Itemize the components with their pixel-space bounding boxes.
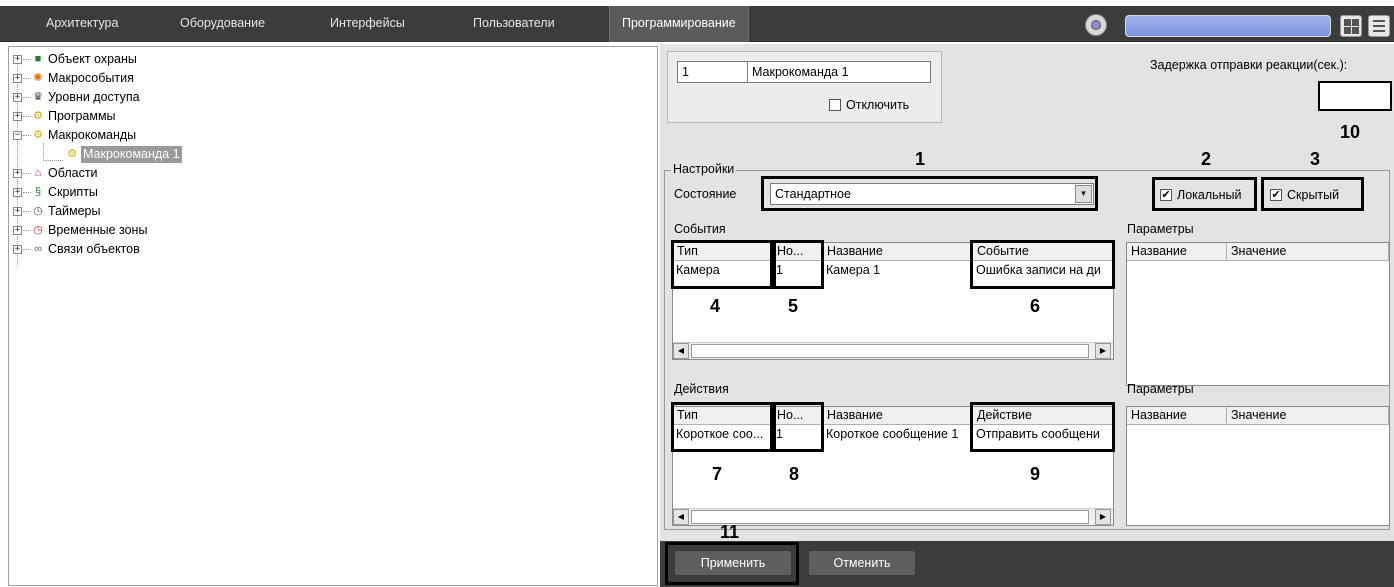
tree-item-label: Макрокоманды bbox=[48, 128, 137, 142]
expand-icon[interactable]: + bbox=[13, 226, 22, 235]
scroll-right-icon[interactable]: ▶ bbox=[1095, 509, 1111, 525]
areas-icon: ⌂ bbox=[34, 167, 42, 179]
callout-2: 2 bbox=[1201, 149, 1212, 169]
events-title: События bbox=[674, 222, 726, 236]
scroll-left-icon[interactable]: ◀ bbox=[673, 343, 689, 359]
callout-6: 6 bbox=[1030, 296, 1041, 316]
delay-field[interactable] bbox=[1318, 81, 1392, 111]
params-col-value[interactable]: Значение bbox=[1227, 243, 1389, 261]
highlight-3 bbox=[1261, 177, 1364, 211]
params-col-name[interactable]: Название bbox=[1127, 407, 1227, 425]
event-params-title: Параметры bbox=[1127, 222, 1194, 236]
callout-5: 5 bbox=[788, 296, 799, 316]
highlight-9 bbox=[970, 402, 1115, 452]
scroll-thumb[interactable] bbox=[691, 344, 1089, 358]
tab-programming[interactable]: Программирование bbox=[609, 6, 749, 42]
checkbox-icon[interactable] bbox=[829, 99, 841, 111]
macro-name-field[interactable]: Макрокоманда 1 bbox=[747, 61, 931, 83]
callout-3: 3 bbox=[1310, 149, 1321, 169]
event-params-grid[interactable]: Название Значение bbox=[1126, 242, 1390, 386]
expand-icon[interactable]: + bbox=[13, 112, 22, 121]
highlight-1 bbox=[761, 176, 1098, 211]
highlight-5 bbox=[773, 240, 824, 289]
grid-view-icon[interactable] bbox=[1340, 15, 1362, 37]
tab-interfaces[interactable]: Интерфейсы bbox=[318, 6, 417, 42]
tab-equipment[interactable]: Оборудование bbox=[168, 6, 277, 42]
action-params-title: Параметры bbox=[1127, 382, 1194, 396]
expand-icon[interactable]: + bbox=[13, 93, 22, 102]
tab-architecture[interactable]: Архитектура bbox=[34, 6, 130, 42]
expand-icon[interactable]: + bbox=[13, 74, 22, 83]
actions-title: Действия bbox=[674, 382, 729, 396]
callout-9: 9 bbox=[1030, 464, 1041, 484]
actions-col-name[interactable]: Название bbox=[823, 407, 973, 425]
highlight-2 bbox=[1152, 177, 1257, 211]
highlight-8 bbox=[773, 402, 824, 452]
expand-icon[interactable]: + bbox=[13, 169, 22, 178]
expand-icon[interactable]: + bbox=[13, 245, 22, 254]
object-links-icon: ∞ bbox=[34, 243, 42, 255]
security-object-icon: ■ bbox=[34, 53, 42, 65]
programs-icon: ⚙ bbox=[33, 110, 43, 122]
callout-10: 10 bbox=[1340, 122, 1361, 142]
macro-id-field[interactable]: 1 bbox=[677, 61, 749, 83]
callout-11: 11 bbox=[720, 522, 740, 542]
tab-users[interactable]: Пользователи bbox=[461, 6, 567, 42]
macro-header-box: 1 Макрокоманда 1 Отключить bbox=[667, 51, 942, 123]
object-tree: + ■ Объект охраны + ✺ Макрособытия + ♛ У… bbox=[8, 46, 658, 586]
table-cell[interactable]: Камера 1 bbox=[823, 262, 973, 280]
tree-item-label: Программы bbox=[48, 109, 116, 123]
tree-item-label: Макрособытия bbox=[48, 71, 134, 85]
events-col-name[interactable]: Название bbox=[823, 243, 973, 261]
tree-item-label: Объект охраны bbox=[48, 52, 137, 66]
tree-item-label: Скрипты bbox=[48, 185, 98, 199]
top-menu-bar: Архитектура Оборудование Интерфейсы Поль… bbox=[0, 6, 1394, 42]
tree-item-label: Связи объектов bbox=[48, 242, 140, 256]
time-zones-icon: ◷ bbox=[33, 224, 43, 236]
tree-item-label: Области bbox=[48, 166, 98, 180]
tree-item-label: Уровни доступа bbox=[48, 90, 140, 104]
delay-label: Задержка отправки реакции(сек.): bbox=[1150, 58, 1348, 72]
callout-7: 7 bbox=[712, 464, 723, 484]
disable-label: Отключить bbox=[846, 98, 910, 112]
callout-1: 1 bbox=[915, 149, 926, 169]
scroll-right-icon[interactable]: ▶ bbox=[1095, 343, 1111, 359]
params-col-name[interactable]: Название bbox=[1127, 243, 1227, 261]
events-hscrollbar[interactable]: ◀ ▶ bbox=[673, 342, 1113, 359]
macro-command-icon: ⚙ bbox=[33, 129, 43, 141]
callout-8: 8 bbox=[789, 464, 800, 484]
state-label: Состояние bbox=[674, 187, 737, 201]
expand-icon[interactable]: + bbox=[13, 207, 22, 216]
settings-cog-icon[interactable] bbox=[1085, 14, 1107, 36]
settings-legend: Настройки bbox=[671, 162, 737, 176]
params-col-value[interactable]: Значение bbox=[1227, 407, 1389, 425]
cancel-button[interactable]: Отменить bbox=[808, 550, 916, 576]
list-menu-icon[interactable] bbox=[1368, 15, 1390, 37]
tree-item-label: Временные зоны bbox=[48, 223, 148, 237]
expand-icon[interactable]: + bbox=[13, 188, 22, 197]
access-level-icon: ♛ bbox=[33, 91, 43, 103]
scroll-left-icon[interactable]: ◀ bbox=[673, 509, 689, 525]
tree-item-label: Таймеры bbox=[48, 204, 101, 218]
highlight-4 bbox=[671, 240, 773, 289]
action-params-grid[interactable]: Название Значение bbox=[1126, 406, 1390, 526]
scripts-icon: § bbox=[34, 186, 42, 198]
timers-icon: ◷ bbox=[33, 205, 43, 217]
scroll-thumb[interactable] bbox=[691, 510, 1089, 524]
highlight-7 bbox=[671, 402, 773, 452]
highlight-11 bbox=[665, 542, 799, 585]
expand-icon[interactable]: + bbox=[13, 55, 22, 64]
tree-item-label: Макрокоманда 1 bbox=[81, 146, 182, 163]
search-field[interactable] bbox=[1125, 15, 1331, 37]
macro-command-icon: ⚙ bbox=[67, 148, 77, 160]
macro-event-icon: ✺ bbox=[33, 72, 43, 84]
collapse-icon[interactable]: − bbox=[13, 131, 22, 140]
macro-settings-panel: 1 Макрокоманда 1 Отключить Задержка отпр… bbox=[660, 44, 1394, 587]
callout-4: 4 bbox=[710, 296, 721, 316]
table-cell[interactable]: Короткое сообщение 1 bbox=[823, 426, 973, 444]
highlight-6 bbox=[970, 240, 1115, 289]
